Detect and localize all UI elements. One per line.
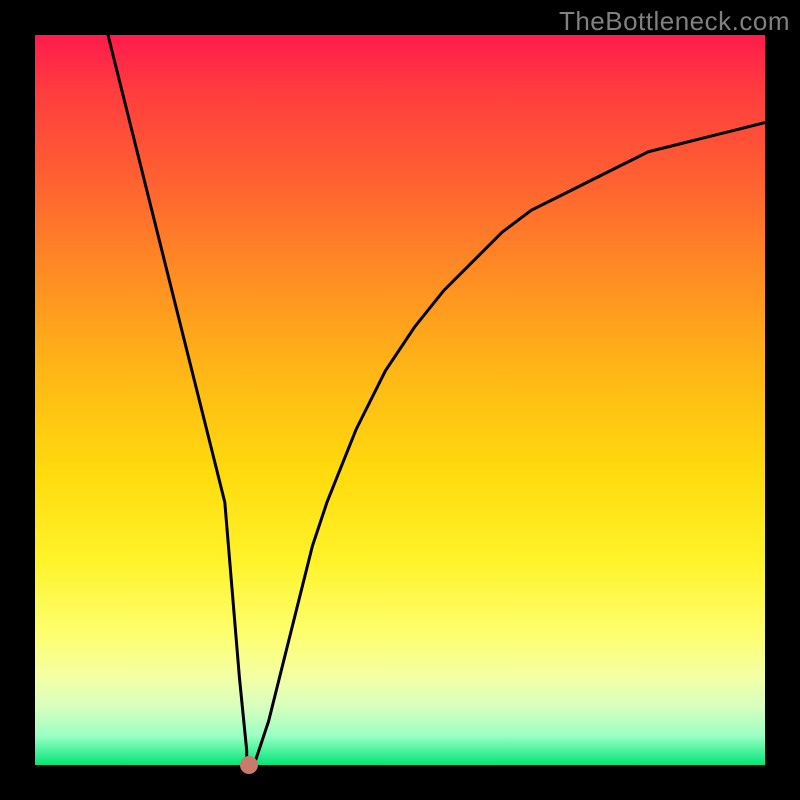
curve-svg — [35, 35, 765, 765]
chart-frame: TheBottleneck.com — [0, 0, 800, 800]
watermark-text: TheBottleneck.com — [559, 6, 790, 37]
bottleneck-curve — [108, 35, 765, 765]
plot-area — [35, 35, 765, 765]
min-marker — [240, 756, 258, 774]
